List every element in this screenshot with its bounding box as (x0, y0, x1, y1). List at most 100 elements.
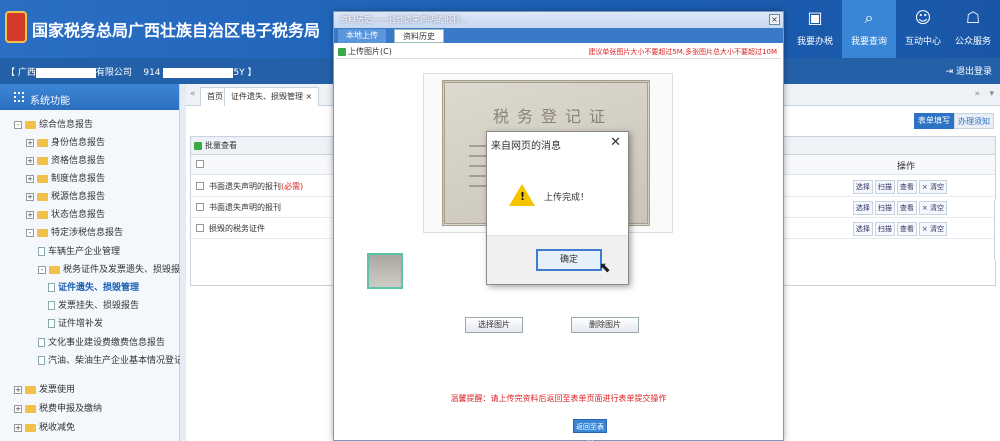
folder-icon (25, 423, 36, 432)
expand-icon[interactable]: + (26, 156, 34, 165)
tab-scroll-right-icon[interactable]: » (974, 89, 980, 99)
mouse-cursor-icon: ⬉ (599, 260, 611, 276)
tree-item[interactable]: - 税务证件及发票遗失、损毁报告 (38, 261, 189, 279)
expand-icon[interactable]: + (26, 210, 34, 219)
dialog-title: 资料历史——刊登遗失声明的报刊... (340, 15, 468, 24)
return-to-form-button[interactable]: 返回至表单 (573, 419, 607, 441)
panel-title[interactable]: 批量查看 (205, 141, 237, 150)
tree-item[interactable]: + 税费申报及缴纳 (14, 400, 102, 418)
tree-item[interactable]: 车辆生产企业管理 (38, 243, 120, 261)
row-name-text: 损毁的税务证件 (209, 224, 265, 233)
expand-icon[interactable]: + (14, 423, 22, 432)
tree-item-active[interactable]: 证件遗失、损毁管理 (48, 279, 139, 297)
select-button[interactable]: 选择 (852, 201, 873, 215)
tree-label: 状态信息报告 (51, 210, 106, 220)
folder-icon (49, 265, 60, 274)
clear-button[interactable]: × 清空 (918, 222, 947, 236)
nav-do-tax[interactable]: ▣ 我要办税 (788, 0, 842, 58)
nav-interaction[interactable]: ☺ 互动中心 (896, 0, 950, 58)
taxid-suffix: 5Y 】 (233, 68, 257, 78)
ok-button[interactable]: 确定 (536, 249, 602, 271)
delete-image-button[interactable]: 删除图片 (571, 317, 639, 333)
row-name: 书面遗失声明的报刊(必需) (209, 181, 303, 192)
form-fill-button[interactable]: 表单填写 (914, 113, 954, 129)
expand-icon[interactable]: + (14, 404, 22, 413)
tree-item[interactable]: 汽油、柴油生产企业基本情况登记 (38, 352, 183, 370)
reminder-text: 温馨提醒：请上传完资料后返回至表单页面进行表单提交操作 (450, 394, 667, 403)
message-close-icon[interactable]: ✕ (610, 135, 621, 150)
view-button[interactable]: 查看 (896, 201, 917, 215)
scan-button[interactable]: 扫描 (874, 201, 895, 215)
collapse-icon[interactable]: - (38, 265, 46, 274)
tree-item[interactable]: - 综合信息报告 (14, 116, 93, 134)
tree-label: 车辆生产企业管理 (48, 247, 121, 257)
nav-query[interactable]: ⌕ 我要查询 (842, 0, 896, 58)
tree-item[interactable]: 发票挂失、损毁报告 (48, 297, 139, 315)
view-button[interactable]: 查看 (896, 222, 917, 236)
right-scroll-edge[interactable] (994, 200, 1000, 260)
scan-button[interactable]: 扫描 (874, 180, 895, 194)
row-checkbox[interactable] (196, 182, 204, 190)
nav-public-service[interactable]: ☖ 公众服务 (946, 0, 1000, 58)
tree-item[interactable]: + 税源信息报告 (26, 188, 105, 206)
clear-button[interactable]: × 清空 (918, 201, 947, 215)
tab-local-upload[interactable]: 本地上传 (338, 29, 386, 43)
document-icon (48, 301, 55, 310)
tree-item[interactable]: + 制度信息报告 (26, 170, 105, 188)
sidebar-title: 系统功能 (30, 96, 70, 107)
tab-material-history[interactable]: 资料历史 (394, 29, 444, 43)
tree-label: 发票挂失、损毁报告 (58, 301, 140, 311)
tree-item[interactable]: + 身份信息报告 (26, 134, 105, 152)
row-checkbox[interactable] (196, 203, 204, 211)
row-ops: 选择 扫描 查看 × 清空 (851, 201, 947, 215)
required-mark: (必需) (281, 182, 304, 191)
tree-label: 证件增补发 (58, 319, 104, 329)
expand-icon[interactable]: + (14, 385, 22, 394)
tab-menu-icon[interactable]: ▾ (989, 89, 994, 99)
warning-icon: ! (509, 184, 535, 206)
tab-close-icon[interactable]: × (306, 92, 313, 101)
folder-icon (25, 120, 36, 129)
collapse-icon[interactable]: - (26, 228, 34, 237)
dialog-titlebar[interactable]: 资料历史——刊登遗失声明的报刊... × (334, 12, 783, 28)
nav-label: 我要查询 (850, 37, 887, 47)
guide-button[interactable]: 办理须知 (954, 113, 994, 129)
scan-button[interactable]: 扫描 (874, 222, 895, 236)
tab-certificate-loss[interactable]: 证件遗失、损毁管理 × (224, 87, 320, 106)
choose-image-button[interactable]: 选择图片 (465, 317, 523, 333)
row-ops: 选择 扫描 查看 × 清空 (851, 222, 947, 236)
tree-item[interactable]: + 发票使用 (14, 381, 75, 399)
upload-icon (338, 48, 346, 56)
view-button[interactable]: 查看 (896, 180, 917, 194)
masked-text (163, 67, 234, 78)
image-thumbnail[interactable] (367, 253, 403, 289)
tree-item[interactable]: + 状态信息报告 (26, 206, 105, 224)
expand-icon[interactable]: + (26, 192, 34, 201)
tree-item[interactable]: + 税收减免 (14, 419, 75, 437)
row-checkbox[interactable] (196, 224, 204, 232)
dialog-tabs: 本地上传 资料历史 (334, 28, 783, 43)
message-text: 上传完成！ (544, 193, 590, 203)
clear-button[interactable]: × 清空 (918, 180, 947, 194)
logout-link[interactable]: ⇥ 退出登录 (946, 64, 992, 77)
tree-item[interactable]: 证件增补发 (48, 315, 103, 333)
tree-item[interactable]: - 特定涉税信息报告 (26, 224, 123, 242)
tree-label: 税费申报及缴纳 (39, 404, 103, 414)
expand-icon[interactable]: + (26, 174, 34, 183)
logout-label: 退出登录 (955, 67, 992, 77)
select-button[interactable]: 选择 (852, 180, 873, 194)
tree-label: 身份信息报告 (51, 138, 106, 148)
expand-icon[interactable]: + (26, 138, 34, 147)
tree-item[interactable]: + 资格信息报告 (26, 152, 105, 170)
collapse-icon[interactable]: - (14, 120, 22, 129)
tab-label: 首页 (207, 92, 223, 101)
select-button[interactable]: 选择 (852, 222, 873, 236)
chat-icon: ☺ (914, 8, 932, 27)
tree-label: 税务证件及发票遗失、损毁报告 (63, 265, 190, 275)
select-all-checkbox[interactable] (196, 160, 204, 168)
tab-label: 证件遗失、损毁管理 (231, 92, 303, 101)
message-title: 来自网页的消息 (491, 141, 561, 152)
tab-scroll-left-icon[interactable]: « (190, 89, 196, 99)
dialog-close-icon[interactable]: × (769, 14, 780, 25)
tree-item[interactable]: 文化事业建设费缴费信息报告 (38, 334, 165, 352)
